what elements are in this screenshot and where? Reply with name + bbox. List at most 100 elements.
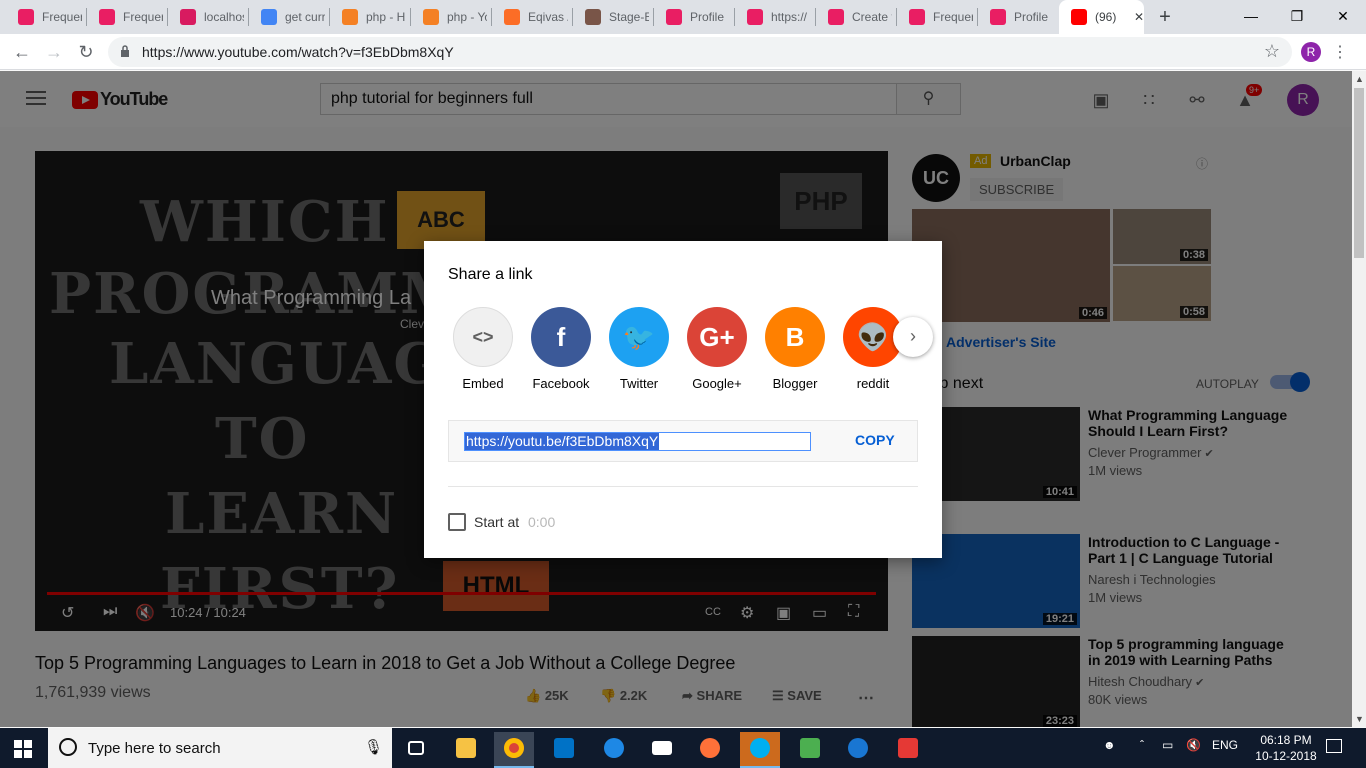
share-embed-button[interactable]: <> Embed — [452, 307, 514, 391]
browser-tab[interactable]: get curr — [249, 0, 328, 34]
arrow-app-icon[interactable] — [838, 732, 878, 766]
p-icon — [828, 9, 844, 25]
tab-label: Eqivas / — [528, 10, 568, 24]
edge-icon[interactable] — [594, 732, 634, 766]
youtube-icon — [1071, 9, 1087, 25]
tab-label: Stage-E — [609, 10, 649, 24]
tool-app-icon[interactable] — [888, 732, 928, 766]
show-hidden-icons-chevron-icon[interactable]: ˆ — [1140, 738, 1144, 752]
page-scrollbar[interactable]: ▲ ▼ — [1352, 71, 1366, 727]
scrollbar-thumb[interactable] — [1354, 88, 1364, 258]
tab-close-icon[interactable]: ✕ — [1134, 10, 1144, 24]
windows-taskbar: Type here to search 🎙 ☻ ˆ ▭ 🔇 ENG 06:18 … — [0, 728, 1366, 768]
start-at-checkbox[interactable] — [448, 513, 466, 531]
minimize-button[interactable]: — — [1228, 0, 1274, 34]
language-indicator[interactable]: ENG — [1212, 738, 1238, 752]
windows-start-icon[interactable] — [14, 740, 32, 758]
lock-icon — [121, 45, 129, 57]
forward-icon[interactable]: → — [42, 40, 66, 64]
blogger-icon: B — [765, 307, 825, 367]
stack-icon — [423, 9, 439, 25]
skype-icon[interactable] — [740, 732, 780, 768]
share-label: Google+ — [692, 376, 742, 391]
share-label: Embed — [462, 376, 504, 391]
close-window-button[interactable]: ✕ — [1320, 0, 1366, 34]
browser-tab[interactable]: https:// — [735, 0, 814, 34]
browser-tab[interactable]: Create t — [816, 0, 895, 34]
firefox-icon[interactable] — [690, 732, 730, 766]
browser-tab[interactable]: Profile — [978, 0, 1057, 34]
gitlab-icon — [504, 9, 520, 25]
microphone-icon[interactable]: 🎙 — [364, 738, 383, 756]
browser-tab[interactable]: (96) ✕ — [1059, 0, 1144, 34]
share-twitter-button[interactable]: 🐦 Twitter — [608, 307, 670, 391]
spreadsheet-app-icon[interactable] — [790, 732, 830, 766]
share-blogger-button[interactable]: B Blogger — [764, 307, 826, 391]
scroll-up-icon[interactable]: ▲ — [1355, 74, 1364, 84]
twitter-icon: 🐦 — [609, 307, 669, 367]
taskbar-search-box[interactable]: Type here to search 🎙 — [48, 728, 392, 768]
people-icon[interactable]: ☻ — [1103, 738, 1116, 752]
browser-tab[interactable]: php - H — [330, 0, 409, 34]
chevron-right-icon[interactable]: › — [893, 317, 933, 357]
share-label: Facebook — [532, 376, 590, 391]
new-tab-button[interactable]: + — [1154, 6, 1176, 28]
browser-tab[interactable]: Frequer — [87, 0, 166, 34]
tab-label: php - Yo — [447, 10, 487, 24]
p-icon — [909, 9, 925, 25]
reload-icon[interactable]: ↻ — [74, 40, 98, 64]
p-icon — [747, 9, 763, 25]
volume-muted-icon[interactable]: 🔇 — [1186, 738, 1201, 752]
tab-label: Frequer — [933, 10, 973, 24]
browser-tab[interactable]: php - Yo — [411, 0, 490, 34]
copy-button[interactable]: COPY — [855, 432, 895, 448]
tab-strip: Frequer Frequer localhos get curr php - H php… — [0, 0, 1366, 34]
network-icon[interactable]: ▭ — [1162, 738, 1173, 752]
share-label: Blogger — [772, 376, 818, 391]
outlook-icon[interactable] — [544, 732, 584, 766]
browser-tab[interactable]: localhos — [168, 0, 247, 34]
chrome-menu-icon[interactable]: ⋮ — [1332, 42, 1348, 62]
browser-tab[interactable]: Frequer — [6, 0, 85, 34]
bookmark-star-icon[interactable]: ☆ — [1264, 41, 1280, 62]
browser-tab[interactable]: Eqivas / — [492, 0, 571, 34]
task-view-icon[interactable] — [396, 732, 436, 766]
tab-label: Create t — [852, 10, 892, 24]
browser-toolbar: ← → ↻ https://www.youtube.com/watch?v=f3… — [0, 34, 1366, 70]
clock-date: 10-12-2018 — [1255, 749, 1317, 763]
share-dialog-title: Share a link — [448, 266, 533, 283]
facebook-icon: f — [531, 307, 591, 367]
tab-label: Profile — [1014, 10, 1049, 24]
share-reddit-button[interactable]: 👽 reddit — [842, 307, 904, 391]
url-text: https://www.youtube.com/watch?v=f3EbDbm8… — [142, 44, 454, 60]
taskbar-clock[interactable]: 06:18 PM 10-12-2018 — [1254, 732, 1318, 764]
share-link-box: https://youtu.be/f3EbDbm8XqY COPY — [448, 420, 918, 462]
profile-avatar[interactable]: R — [1301, 42, 1321, 62]
divider — [448, 486, 918, 487]
mail-icon[interactable] — [642, 732, 682, 766]
tab-label: Frequer — [42, 10, 82, 24]
share-facebook-button[interactable]: f Facebook — [530, 307, 592, 391]
back-icon[interactable]: ← — [10, 40, 34, 64]
p-icon — [18, 9, 34, 25]
clock-time: 06:18 PM — [1260, 733, 1312, 747]
scroll-down-icon[interactable]: ▼ — [1355, 714, 1364, 724]
tab-label: localhos — [204, 10, 244, 24]
cortana-icon — [59, 738, 77, 756]
share-link-input[interactable]: https://youtu.be/f3EbDbm8XqY — [464, 432, 811, 451]
start-at-time-input[interactable]: 0:00 — [528, 514, 555, 530]
p-icon — [99, 9, 115, 25]
maximize-button[interactable]: ❐ — [1274, 0, 1320, 34]
tab-label: Profile — [690, 10, 725, 24]
stack-icon — [342, 9, 358, 25]
file-explorer-icon[interactable] — [446, 732, 486, 766]
address-bar[interactable]: https://www.youtube.com/watch?v=f3EbDbm8… — [108, 37, 1292, 67]
browser-tab[interactable]: Profile — [654, 0, 733, 34]
chrome-taskbar-icon[interactable] — [494, 732, 534, 768]
browser-tab[interactable]: Stage-E — [573, 0, 652, 34]
action-center-icon[interactable] — [1326, 739, 1342, 753]
embed-icon: <> — [453, 307, 513, 367]
share-google-button[interactable]: G+ Google+ — [686, 307, 748, 391]
browser-tab[interactable]: Frequer — [897, 0, 976, 34]
db-icon — [180, 9, 196, 25]
